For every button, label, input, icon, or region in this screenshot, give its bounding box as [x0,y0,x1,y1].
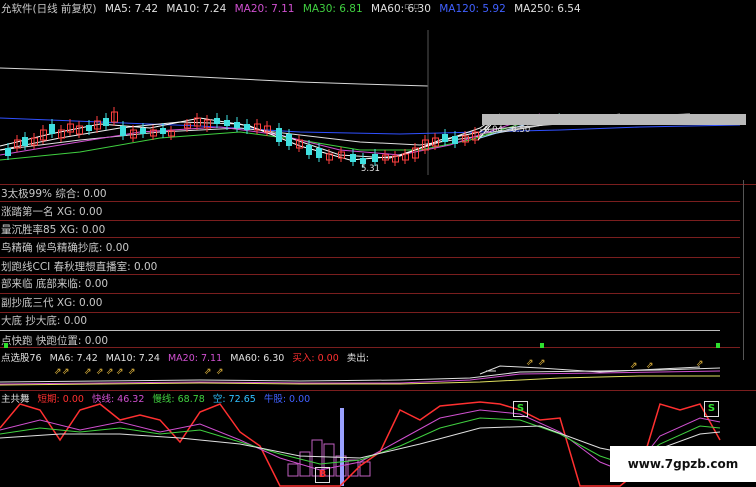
panel-label-first: 涨踏第一名 XG: 0.00 [1,206,103,218]
divider [0,237,740,238]
ma6-title: 点选股76 [1,353,42,364]
sell-signal-badge: S [704,401,719,417]
candle-body [286,134,292,146]
divider [0,293,740,294]
target-zone-box [482,114,746,125]
candle-body [120,126,126,136]
low-price-label: 5.31 [361,164,380,174]
volume-bar [340,408,344,486]
candle-body [103,118,109,126]
divider [0,201,740,202]
target-price-label: 6.04 - 6.50 [484,125,531,135]
signal-arrow-icon: ⇗ [128,367,136,377]
histogram-bar [347,459,359,477]
osc-empty: 空: 72.65 [212,394,256,405]
ma60-panel-line [0,375,720,386]
divider [0,347,740,348]
signal-arrow-icon: ⇗ [696,359,704,369]
signal-arrow-icon: ⇗ [538,358,546,368]
signal-arrow-icon: ⇗ [526,358,534,368]
candle-body [214,118,220,124]
divider [0,220,740,221]
ma6-value: MA6: 7.42 [49,353,98,364]
candle-body [22,137,28,146]
run-signal-marker [540,343,544,348]
histogram-bar [335,455,347,477]
watermark: www.7gpzb.com [610,446,756,482]
candle-body [350,154,356,162]
candle-body [372,154,378,162]
candle-body [234,122,240,128]
osc-bull: 牛股: 0.00 [263,394,311,405]
candlestick-chart[interactable] [0,0,756,190]
signal-arrow-icon: ⇗ [646,361,654,371]
ma60-value: MA60: 6.30 [230,353,285,364]
divider [0,184,756,185]
ma250-line [0,67,429,87]
osc-slow: 慢线: 68.78 [152,394,205,405]
signal-arrow-icon: ⇗ [84,367,92,377]
candle-body [306,145,312,155]
ma20-value: MA20: 7.11 [167,353,223,364]
candle-body [276,128,282,142]
osc-fast: 快线: 46.32 [91,394,145,405]
sell-value: 卖出: [346,353,369,364]
run-signal-marker [716,343,720,348]
candle-body [140,128,146,134]
histogram-bar [299,451,311,477]
signal-arrow-icon: ⇗ [62,367,70,377]
buy-value: 买入: 0.00 [292,353,339,364]
divider [0,257,740,258]
panel-label-gen3: 副抄底三代 XG: 0.00 [1,297,103,309]
buy-signal-badge: B [315,467,330,483]
panel-label-cci: 划跑线CCI 春秋理想直播室: 0.00 [1,261,158,273]
signal-arrow-icon: ⇗ [630,361,638,371]
divider [0,312,740,313]
candle-body [452,136,458,144]
ma20-panel-line [0,370,721,385]
panel-label-run: 点快跑 快跑位置: 0.00 [1,335,109,347]
candle-body [316,148,322,158]
histogram-bar [287,463,299,477]
candle-body [160,128,166,134]
vertical-scrollbar[interactable] [743,180,744,360]
ma10-value: MA10: 7.24 [105,353,160,364]
histogram-bar [359,461,371,477]
candle-body [86,125,92,131]
candle-body [5,148,11,156]
signal-arrow-icon: ⇗ [54,367,62,377]
divider [0,274,740,275]
divider [0,330,720,331]
signal-arrow-icon: ⇗ [96,367,104,377]
ma6-legend: 点选股76 MA6: 7.42 MA10: 7.24 MA20: 7.11 MA… [1,350,374,364]
panel-label-taiji: 3太极99% 综合: 0.00 [1,188,107,200]
sell-signal-badge: S [513,401,528,417]
ma6-line [0,367,721,383]
signal-arrow-icon: ⇗ [204,367,212,377]
signal-arrow-icon: ⇗ [116,367,124,377]
panel-label-bigbottom: 大底 抄大底: 0.00 [1,315,88,327]
run-signal-marker [4,343,8,348]
signal-arrow-icon: ⇗ [216,367,224,377]
panel-label-bird: 鸟精确 候鸟精确抄底: 0.00 [1,242,130,254]
osc-title: 主共舞 [1,394,30,405]
candle-body [224,120,230,126]
signal-arrow-icon: ⇗ [106,367,114,377]
candle-body [442,134,448,142]
candle-body [244,124,250,130]
panel-label-winrate: 量沉胜率85 XG: 0.00 [1,224,106,236]
ma10-panel-line [479,365,701,375]
osc-short: 短期: 0.00 [37,394,84,405]
candle-body [49,124,55,134]
oscillator-legend: 主共舞 短期: 0.00 快线: 46.32 慢线: 68.78 空: 72.6… [1,391,315,405]
panel-label-bottom: 部来临 底部来临: 0.00 [1,278,109,290]
